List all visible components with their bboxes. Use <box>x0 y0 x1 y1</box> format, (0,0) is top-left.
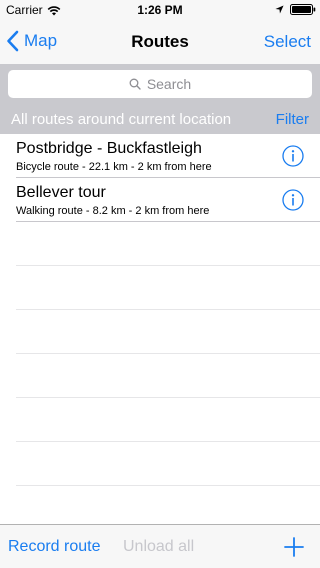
record-route-button[interactable]: Record route <box>8 538 101 556</box>
empty-row <box>16 442 320 486</box>
route-row[interactable]: Postbridge - Buckfastleigh Bicycle route… <box>16 134 320 178</box>
info-icon[interactable] <box>282 145 304 167</box>
back-button-label: Map <box>24 31 58 50</box>
filter-button[interactable]: Filter <box>276 111 309 128</box>
routes-screen: Carrier 1:26 PM Map Routes Select Search… <box>0 0 320 568</box>
search-input[interactable]: Search <box>8 70 312 98</box>
status-time: 1:26 PM <box>137 3 183 17</box>
empty-row <box>16 222 320 266</box>
status-bar: Carrier 1:26 PM <box>0 0 320 20</box>
route-detail: Bicycle route - 22.1 km - 2 km from here <box>16 161 212 173</box>
empty-row <box>16 354 320 398</box>
navigation-bar: Map Routes Select <box>0 20 320 64</box>
route-row[interactable]: Bellever tour Walking route - 8.2 km - 2… <box>16 178 320 222</box>
section-title: All routes around current location <box>11 111 232 128</box>
route-name: Bellever tour <box>16 184 106 201</box>
route-name: Postbridge - Buckfastleigh <box>16 140 202 157</box>
chevron-left-icon <box>7 30 19 52</box>
route-list: Postbridge - Buckfastleigh Bicycle route… <box>0 134 320 486</box>
empty-row <box>16 398 320 442</box>
battery-icon <box>290 4 316 15</box>
unload-all-button[interactable]: Unload all <box>123 538 194 556</box>
plus-icon[interactable] <box>284 537 304 557</box>
back-to-map-button[interactable]: Map <box>6 30 57 52</box>
bottom-toolbar: Record route Unload all <box>0 524 320 568</box>
empty-row <box>16 310 320 354</box>
location-arrow-icon <box>275 5 284 14</box>
select-button[interactable]: Select <box>264 32 311 52</box>
status-right <box>275 4 316 15</box>
section-header: All routes around current location Filte… <box>0 104 320 134</box>
info-icon[interactable] <box>282 189 304 211</box>
search-bar: Search <box>0 64 320 104</box>
search-placeholder: Search <box>146 76 192 92</box>
empty-row <box>16 266 320 310</box>
search-icon <box>129 78 141 90</box>
route-detail: Walking route - 8.2 km - 2 km from here <box>16 205 210 217</box>
